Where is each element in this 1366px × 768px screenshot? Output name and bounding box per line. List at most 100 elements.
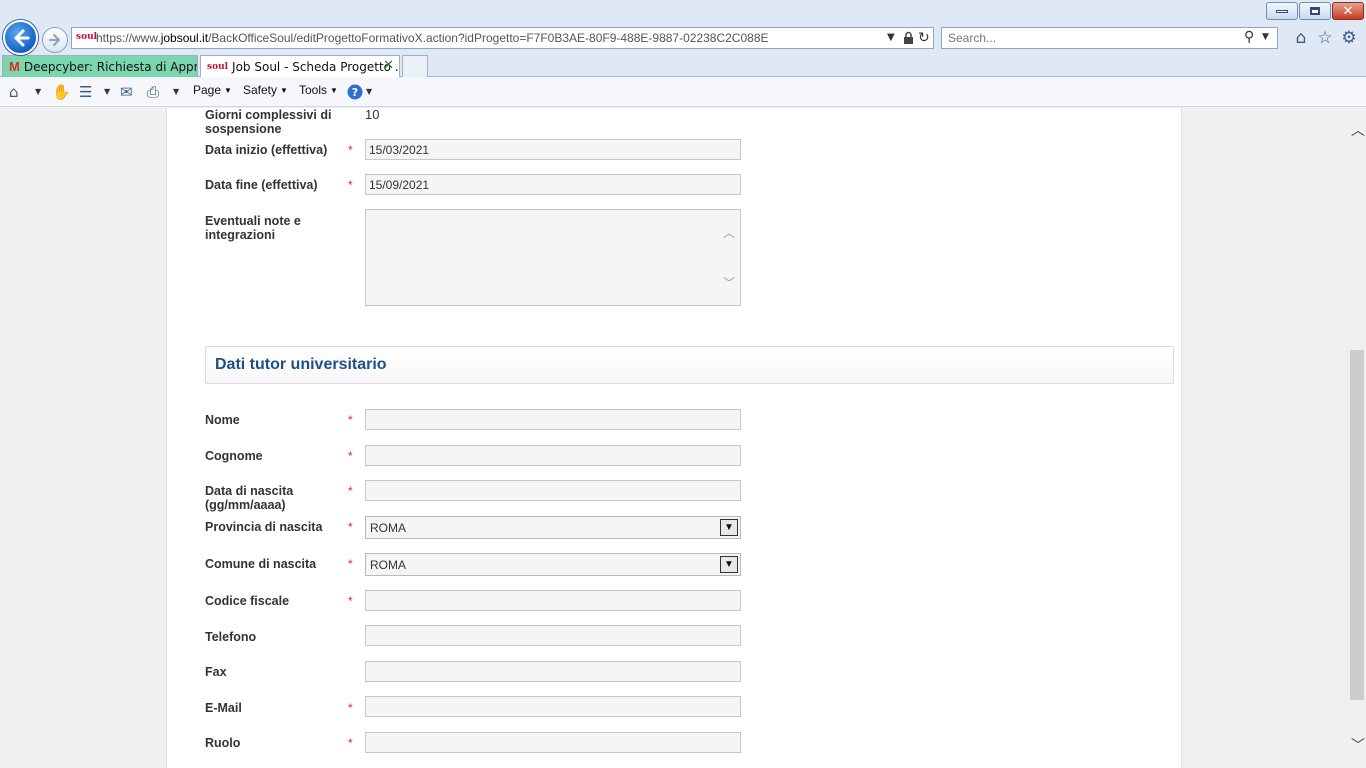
safety-menu[interactable]: Safety ▼ xyxy=(243,83,288,97)
url-text[interactable]: https://www.jobsoul.it/BackOfficeSoul/ed… xyxy=(96,31,769,45)
data-nascita-label: Data di nascita (gg/mm/aaaa) xyxy=(205,484,294,512)
tab-close-icon[interactable]: ✕ xyxy=(383,58,394,73)
provincia-select[interactable]: ROMA ▼ xyxy=(365,516,741,539)
print-icon[interactable]: ⎙ xyxy=(147,82,159,102)
read-mail-icon[interactable]: ✉ xyxy=(120,82,133,102)
tab-strip: M Deepcyber: Richiesta di Appro... soul … xyxy=(0,54,1366,77)
tab-job-soul[interactable]: soul Job Soul - Scheda Progetto ... ✕ xyxy=(200,55,400,77)
search-icon[interactable]: ⚲ xyxy=(1244,29,1254,45)
comune-select[interactable]: ROMA ▼ xyxy=(365,553,741,576)
page-menu-label: Page xyxy=(193,83,222,97)
required-marker: * xyxy=(348,143,353,157)
note-label: Eventuali note e integrazioni xyxy=(205,214,301,242)
address-bar[interactable]: soul https://www.jobsoul.it/BackOfficeSo… xyxy=(71,27,934,49)
page-menu[interactable]: Page ▼ xyxy=(193,83,232,97)
comune-selected-value: ROMA xyxy=(370,558,406,572)
codice-fiscale-label: Codice fiscale xyxy=(205,594,290,608)
ruolo-label: Ruolo xyxy=(205,736,241,750)
back-arrow-icon xyxy=(14,29,29,46)
scroll-down-icon[interactable]: ﹀ xyxy=(723,274,735,291)
minimize-button[interactable] xyxy=(1266,2,1298,20)
page-viewport: Giorni complessivi di sospensione 10 Dat… xyxy=(0,108,1348,768)
tutor-section-header: Dati tutor universitario xyxy=(205,346,1174,384)
scroll-up-icon[interactable]: ︿ xyxy=(723,224,735,241)
forward-arrow-icon xyxy=(49,34,60,46)
chevron-down-icon: ▼ xyxy=(224,86,232,95)
cognome-field[interactable] xyxy=(365,445,741,466)
refresh-icon[interactable]: ↻ xyxy=(918,30,930,46)
help-dropdown-icon[interactable]: ▼ xyxy=(366,87,372,96)
url-path: /BackOfficeSoul/editProgettoFormativoX.a… xyxy=(208,31,769,45)
nome-field[interactable] xyxy=(365,409,741,430)
scroll-down-icon[interactable]: ﹀ xyxy=(1351,735,1365,755)
command-bar: ⌂ ▼ ✋ ☰ ▼ ✉ ⎙ ▼ Page ▼ Safety ▼ Tools ▼ ? ▼ xyxy=(0,77,1366,107)
telefono-label: Telefono xyxy=(205,630,257,644)
scroll-up-icon[interactable]: ︿ xyxy=(1351,120,1365,140)
comune-label: Comune di nascita xyxy=(205,557,317,571)
sospensione-label: Giorni complessivi di sospensione xyxy=(205,108,332,136)
restore-button[interactable] xyxy=(1299,2,1331,20)
address-dropdown-icon[interactable]: ▼ xyxy=(887,32,895,43)
section-title: Dati tutor universitario xyxy=(215,356,387,373)
data-nascita-field[interactable] xyxy=(365,480,741,501)
chevron-down-icon: ▼ xyxy=(280,86,288,95)
tools-menu-label: Tools xyxy=(299,83,328,97)
svg-text:?: ? xyxy=(352,86,358,99)
favorites-star-icon[interactable]: ☆ xyxy=(1314,27,1336,49)
provincia-label: Provincia di nascita xyxy=(205,520,323,534)
codice-fiscale-field[interactable] xyxy=(365,590,741,611)
required-marker: * xyxy=(348,484,353,498)
required-marker: * xyxy=(348,557,353,571)
form-container: Giorni complessivi di sospensione 10 Dat… xyxy=(166,108,1182,768)
tools-menu[interactable]: Tools ▼ xyxy=(299,83,338,97)
email-field[interactable] xyxy=(365,696,741,717)
data-fine-label: Data fine (effettiva) xyxy=(205,178,318,192)
back-button[interactable] xyxy=(3,20,38,55)
help-icon[interactable]: ? xyxy=(347,82,363,102)
chevron-down-icon[interactable]: ▼ xyxy=(720,556,738,573)
required-marker: * xyxy=(348,178,353,192)
scrollbar-thumb[interactable] xyxy=(1350,350,1364,700)
page-scrollbar[interactable]: ︿ ﹀ xyxy=(1348,108,1366,768)
required-marker: * xyxy=(348,736,353,750)
email-label: E-Mail xyxy=(205,701,242,715)
settings-gear-icon[interactable]: ⚙ xyxy=(1338,27,1360,49)
home-dropdown-icon[interactable]: ▼ xyxy=(35,87,41,96)
minimize-icon xyxy=(1276,9,1288,13)
home-icon[interactable]: ⌂ xyxy=(9,82,19,102)
close-icon: ✕ xyxy=(1342,3,1354,19)
required-marker: * xyxy=(348,594,353,608)
feeds-dropdown-icon[interactable]: ▼ xyxy=(104,87,110,96)
new-tab-button[interactable] xyxy=(402,55,428,77)
required-marker: * xyxy=(348,701,353,715)
tab-label: Deepcyber: Richiesta di Appro... xyxy=(23,59,198,74)
data-inizio-field[interactable] xyxy=(365,139,741,160)
search-dropdown-icon[interactable]: ▼ xyxy=(1262,32,1269,42)
close-window-button[interactable]: ✕ xyxy=(1332,2,1364,20)
lock-icon[interactable] xyxy=(903,31,914,45)
required-marker: * xyxy=(348,449,353,463)
safety-menu-label: Safety xyxy=(243,83,278,97)
fax-field[interactable] xyxy=(365,661,741,682)
search-box[interactable]: ⚲ ▼ xyxy=(941,27,1278,49)
nome-label: Nome xyxy=(205,413,240,427)
window-titlebar: ✕ xyxy=(0,0,1366,24)
feeds-icon[interactable]: ☰ xyxy=(79,82,92,102)
data-fine-field[interactable] xyxy=(365,174,741,195)
restore-icon xyxy=(1310,7,1320,15)
hand-icon[interactable]: ✋ xyxy=(52,82,71,102)
tab-deepcyber[interactable]: M Deepcyber: Richiesta di Appro... xyxy=(2,55,198,77)
forward-button[interactable] xyxy=(42,27,68,53)
chevron-down-icon[interactable]: ▼ xyxy=(720,519,738,536)
print-dropdown-icon[interactable]: ▼ xyxy=(173,87,179,96)
search-input[interactable] xyxy=(948,31,1228,45)
telefono-field[interactable] xyxy=(365,625,741,646)
url-domain: jobsoul.it xyxy=(160,31,209,45)
ruolo-field[interactable] xyxy=(365,732,741,753)
fax-label: Fax xyxy=(205,665,227,679)
gmail-icon: M xyxy=(9,59,20,74)
soul-icon: soul xyxy=(207,61,229,72)
required-marker: * xyxy=(348,520,353,534)
note-textarea[interactable]: ︿ ﹀ xyxy=(365,209,741,306)
home-icon[interactable]: ⌂ xyxy=(1290,27,1312,49)
